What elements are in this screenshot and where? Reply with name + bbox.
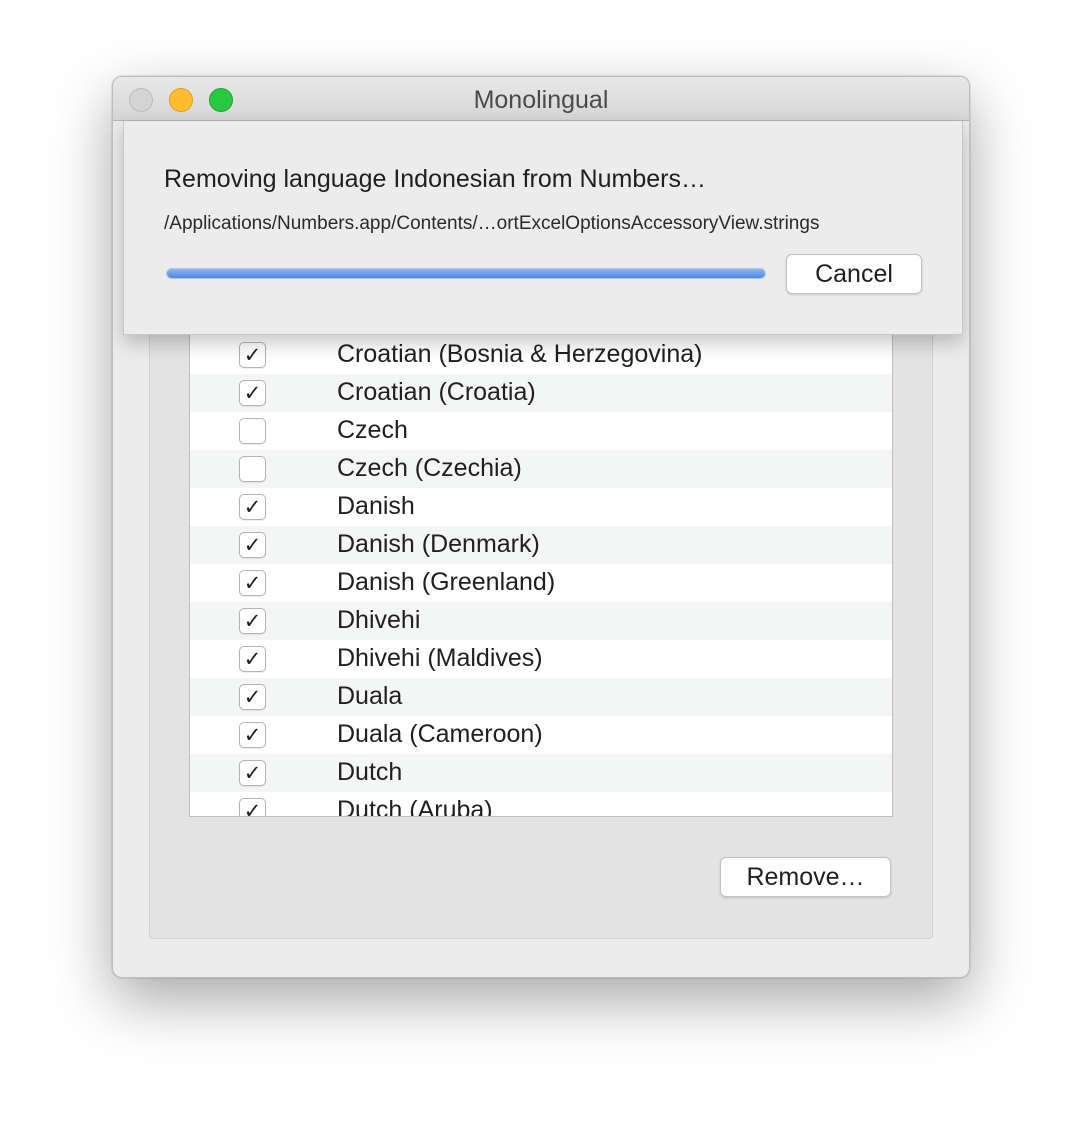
language-label: Duala (Cameroon) [337,720,543,748]
list-item[interactable]: ✓ Duala (Cameroon) [190,716,892,754]
language-checkbox[interactable]: ✓ [239,494,266,520]
list-item[interactable]: ✓ Danish (Greenland) [190,564,892,602]
list-item[interactable]: ✓ Duala [190,678,892,716]
desktop-stage: Monolingual ✓ Croatian (Bosnia & Herzegov… [0,0,1082,1126]
app-window: Monolingual ✓ Croatian (Bosnia & Herzegov… [112,76,970,978]
language-checkbox[interactable]: ✓ [239,646,266,672]
language-label: Croatian (Croatia) [337,378,536,406]
list-item[interactable]: ✓ Dutch [190,754,892,792]
language-list-rows: ✓ Croatian (Bosnia & Herzegovina) ✓ Croatia… [190,336,892,817]
list-item[interactable]: ✓ Dutch (Aruba) [190,792,892,817]
list-item[interactable]: ✓ Danish (Denmark) [190,526,892,564]
window-title: Monolingual [473,86,609,114]
language-checkbox[interactable]: ✓ [239,342,266,368]
language-label: Danish [337,492,415,520]
remove-button[interactable]: Remove… [720,857,891,897]
language-label: Danish (Denmark) [337,530,540,558]
language-label: Dutch [337,758,403,786]
language-label: Duala [337,682,403,710]
list-item[interactable]: ✓ Dhivehi [190,602,892,640]
language-checkbox[interactable]: ✓ [239,608,266,634]
list-item[interactable]: ✓ Croatian (Bosnia & Herzegovina) [190,336,892,374]
language-label: Croatian (Bosnia & Herzegovina) [337,340,703,368]
language-checkbox[interactable]: ✓ [239,532,266,558]
list-item[interactable]: Czech [190,412,892,450]
language-checkbox[interactable]: ✓ [239,760,266,786]
language-label: Danish (Greenland) [337,568,556,596]
language-label: Czech [337,416,408,444]
language-checkbox[interactable]: ✓ [239,380,266,406]
language-checkbox[interactable]: ✓ [239,722,266,748]
language-label: Czech (Czechia) [337,454,522,482]
list-item[interactable]: ✓ Danish [190,488,892,526]
language-checkbox[interactable]: ✓ [239,798,266,816]
progress-bar-fill [167,269,765,278]
language-label: Dhivehi [337,606,421,634]
language-checkbox[interactable]: ✓ [239,570,266,596]
list-item[interactable]: Czech (Czechia) [190,450,892,488]
language-label: Dutch (Aruba) [337,796,493,817]
list-item[interactable]: ✓ Croatian (Croatia) [190,374,892,412]
language-list[interactable]: ✓ Croatian (Bosnia & Herzegovina) ✓ Croatia… [189,321,893,817]
language-checkbox[interactable]: ✓ [239,684,266,710]
cancel-button[interactable]: Cancel [786,254,922,294]
progress-message: Removing language Indonesian from Number… [164,165,706,193]
current-file-path: /Applications/Numbers.app/Contents/…ortE… [164,213,820,234]
title-bar[interactable]: Monolingual [113,77,969,121]
progress-sheet: Removing language Indonesian from Number… [123,121,963,335]
language-label: Dhivehi (Maldives) [337,644,543,672]
list-item[interactable]: ✓ Dhivehi (Maldives) [190,640,892,678]
progress-bar [166,268,766,279]
language-checkbox[interactable] [239,456,266,482]
language-checkbox[interactable] [239,418,266,444]
